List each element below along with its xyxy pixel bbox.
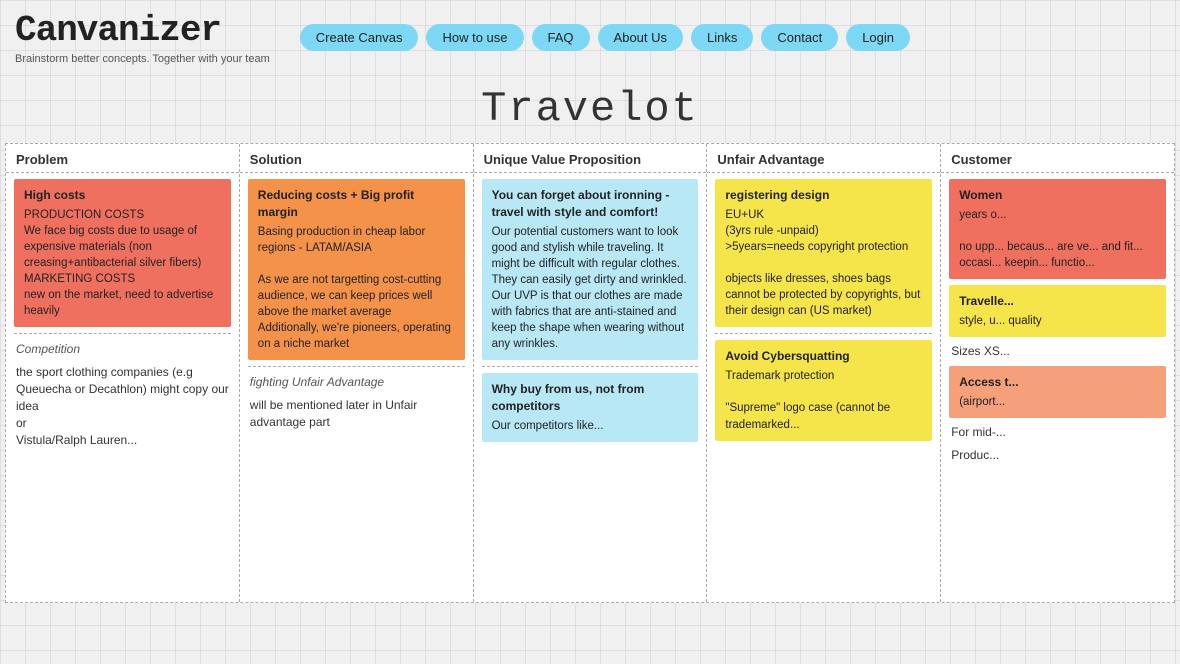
col-header-solution: Solution bbox=[240, 144, 473, 173]
col-body-customer: Women years o... no upp... becaus... are … bbox=[941, 173, 1174, 602]
col-header-unfair: Unfair Advantage bbox=[707, 144, 940, 173]
column-solution: Solution Reducing costs + Big profit marg… bbox=[240, 144, 474, 602]
section-label: Competition bbox=[14, 340, 231, 358]
sticky-note[interactable]: Women years o... no upp... becaus... are … bbox=[949, 179, 1166, 279]
static-text: For mid-... bbox=[949, 424, 1166, 441]
sticky-body: Our competitors like... bbox=[492, 418, 689, 434]
nav-btn-create-canvas[interactable]: Create Canvas bbox=[300, 24, 419, 51]
col-divider bbox=[715, 333, 932, 334]
sticky-body: style, u... quality bbox=[959, 313, 1156, 329]
sticky-note[interactable]: You can forget about ironning - travel w… bbox=[482, 179, 699, 360]
sticky-note[interactable]: Reducing costs + Big profit marginBasing… bbox=[248, 179, 465, 360]
col-divider bbox=[482, 366, 699, 367]
nav-btn-how-to-use[interactable]: How to use bbox=[426, 24, 523, 51]
sticky-title: Reducing costs + Big profit margin bbox=[258, 187, 455, 221]
sticky-body: PRODUCTION COSTS We face big costs due t… bbox=[24, 207, 221, 320]
column-uvp: Unique Value Proposition You can forget a… bbox=[474, 144, 708, 602]
logo-area: Canvanizer Brainstorm better concepts. T… bbox=[15, 10, 270, 65]
col-divider bbox=[14, 333, 231, 334]
sticky-title: Women bbox=[959, 187, 1156, 204]
column-customer: Customer Women years o... no upp... becaus… bbox=[941, 144, 1174, 602]
logo-title: Canvanizer bbox=[15, 10, 270, 51]
section-label: fighting Unfair Advantage bbox=[248, 373, 465, 391]
sticky-body: EU+UK (3yrs rule -unpaid) >5years=needs … bbox=[725, 207, 922, 320]
static-text: the sport clothing companies (e.g Queuec… bbox=[14, 364, 231, 448]
static-text: will be mentioned later in Unfair advant… bbox=[248, 397, 465, 431]
page-title-area: Travelot bbox=[0, 70, 1180, 143]
col-header-uvp: Unique Value Proposition bbox=[474, 144, 707, 173]
col-header-problem: Problem bbox=[6, 144, 239, 173]
sticky-title: Access t... bbox=[959, 374, 1156, 391]
static-text: Sizes XS... bbox=[949, 343, 1166, 360]
col-body-unfair: registering design EU+UK (3yrs rule -unpa… bbox=[707, 173, 940, 602]
sticky-title: You can forget about ironning - travel w… bbox=[492, 187, 689, 221]
sticky-note[interactable]: Access t... (airport... bbox=[949, 366, 1166, 418]
canvas-container: Problem High costs PRODUCTION COSTS We fac… bbox=[5, 143, 1175, 603]
col-divider bbox=[248, 366, 465, 367]
sticky-note[interactable]: High costs PRODUCTION COSTS We face big c… bbox=[14, 179, 231, 327]
sticky-title: High costs bbox=[24, 187, 221, 204]
nav-btn-faq[interactable]: FAQ bbox=[532, 24, 590, 51]
logo-subtitle: Brainstorm better concepts. Together wit… bbox=[15, 53, 270, 65]
col-header-customer: Customer bbox=[941, 144, 1174, 173]
main-nav: Create Canvas How to use FAQ About Us Links C… bbox=[300, 24, 910, 51]
sticky-body: Trademark protection "Supreme" logo case… bbox=[725, 368, 922, 432]
static-text: Produc... bbox=[949, 447, 1166, 464]
col-body-solution: Reducing costs + Big profit marginBasing… bbox=[240, 173, 473, 602]
column-problem: Problem High costs PRODUCTION COSTS We fac… bbox=[6, 144, 240, 602]
sticky-title: Why buy from us, not from competitors bbox=[492, 381, 689, 415]
column-unfair: Unfair Advantage registering design EU+UK … bbox=[707, 144, 941, 602]
sticky-note[interactable]: registering design EU+UK (3yrs rule -unpa… bbox=[715, 179, 932, 327]
nav-btn-about-us[interactable]: About Us bbox=[598, 24, 683, 51]
sticky-body: Our potential customers want to look goo… bbox=[492, 224, 689, 353]
nav-btn-login[interactable]: Login bbox=[846, 24, 910, 51]
sticky-note[interactable]: Travelle... style, u... quality bbox=[949, 285, 1166, 337]
sticky-title: registering design bbox=[725, 187, 922, 204]
sticky-title: Travelle... bbox=[959, 293, 1156, 310]
col-body-problem: High costs PRODUCTION COSTS We face big c… bbox=[6, 173, 239, 602]
sticky-title: Avoid Cybersquatting bbox=[725, 348, 922, 365]
nav-btn-contact[interactable]: Contact bbox=[761, 24, 838, 51]
col-body-uvp: You can forget about ironning - travel w… bbox=[474, 173, 707, 602]
sticky-body: (airport... bbox=[959, 394, 1156, 410]
sticky-body: Basing production in cheap labor regions… bbox=[258, 224, 455, 353]
sticky-body: years o... no upp... becaus... are ve...… bbox=[959, 207, 1156, 271]
page-title: Travelot bbox=[0, 85, 1180, 133]
nav-btn-links[interactable]: Links bbox=[691, 24, 753, 51]
sticky-note[interactable]: Why buy from us, not from competitors Our… bbox=[482, 373, 699, 442]
sticky-note[interactable]: Avoid Cybersquatting Trademark protection… bbox=[715, 340, 932, 440]
header: Canvanizer Brainstorm better concepts. T… bbox=[0, 0, 1180, 70]
